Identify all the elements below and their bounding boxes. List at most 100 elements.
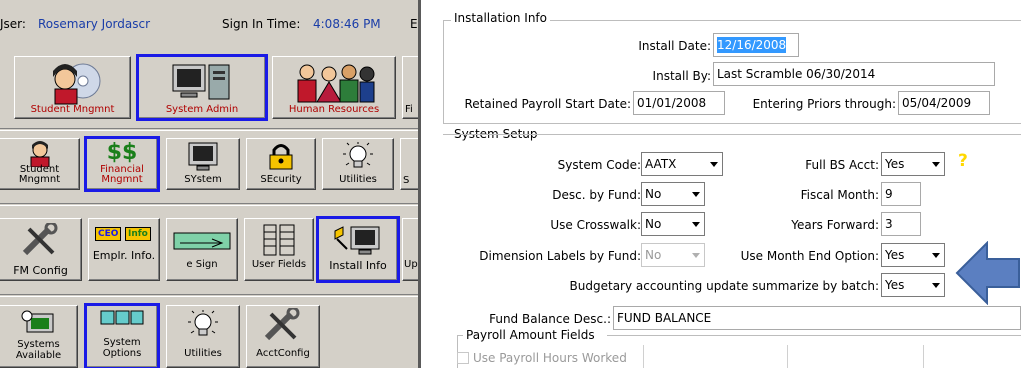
fiscal-month-field[interactable]: 9 — [881, 182, 921, 206]
years-forward-field[interactable]: 3 — [881, 212, 921, 236]
chevron-down-icon — [692, 253, 700, 258]
payroll-fields-title: Payroll Amount Fields — [466, 328, 595, 342]
user-fields-button[interactable]: User Fields — [244, 218, 314, 281]
finance-button-partial[interactable]: Fi — [402, 56, 418, 119]
signin-time: 4:08:46 PM — [313, 17, 381, 31]
tile-label: Human Resources — [288, 104, 380, 115]
computer-admin-icon — [172, 64, 230, 100]
payroll-start-field[interactable]: 01/01/2008 — [633, 91, 725, 115]
chevron-down-icon — [710, 162, 718, 167]
lightbulb-icon — [343, 142, 373, 168]
wrench-screwdriver-icon — [22, 223, 57, 256]
system-setup-line — [443, 134, 1021, 135]
crosswalk-select[interactable]: No — [641, 212, 705, 236]
system-button[interactable]: SYstem — [166, 138, 240, 190]
dimension-labels-select: No — [641, 243, 705, 267]
left-menu-panel: Jser: Rosemary Jordascr Sign In Time: 4:… — [0, 0, 418, 368]
system-code-label: System Code: — [557, 158, 641, 172]
tile-label: SEcurity — [260, 174, 302, 185]
wrench-screwdriver-icon — [264, 308, 300, 341]
monitor-icon — [188, 142, 218, 171]
payroll-start-label: Retained Payroll Start Date: — [464, 97, 632, 111]
tile-label: Student Mngmnt — [18, 164, 61, 185]
install-monitor-icon — [334, 226, 380, 255]
truncated-label: E — [410, 17, 418, 31]
student-cd-icon — [52, 63, 100, 105]
people-icon — [297, 64, 375, 103]
security-button[interactable]: SEcurity — [246, 138, 316, 190]
installation-info-title: Installation Info — [451, 11, 550, 25]
install-by-label: Install By: — [652, 69, 711, 83]
use-hours-checkbox[interactable] — [457, 352, 469, 364]
budgetary-label: Budgetary accounting update summarize by… — [569, 279, 879, 293]
dollar-icon: $$ — [106, 140, 138, 165]
lock-icon — [269, 144, 293, 170]
desc-by-fund-select[interactable]: No — [641, 182, 705, 206]
install-info-button[interactable]: Install Info — [316, 216, 400, 283]
tile-label: Systems Available — [15, 339, 62, 361]
systems-available-button[interactable]: Systems Available — [0, 305, 78, 368]
tile-label: System Options — [102, 337, 142, 359]
divider — [0, 128, 418, 131]
priors-label: Entering Priors through: — [752, 97, 896, 111]
window-icon — [21, 310, 53, 333]
employer-info-button[interactable]: CEO Info Emplr. Info. — [88, 218, 160, 281]
financial-mngmnt-button[interactable]: $$ Financial Mngmnt — [84, 136, 160, 192]
grid-cell — [643, 345, 784, 368]
utilities-button-2[interactable]: Utilities — [166, 305, 240, 368]
student-management-button[interactable]: Student Mngmnt — [14, 56, 131, 119]
tile-label: SYstem — [184, 174, 222, 185]
human-resources-button[interactable]: Human Resources — [272, 56, 396, 119]
use-hours-label: Use Payroll Hours Worked — [473, 351, 627, 365]
crosswalk-label: Use Crosswalk: — [550, 218, 641, 232]
acct-config-button[interactable]: AcctConfig — [246, 305, 320, 368]
ceo-icon: CEO — [95, 227, 122, 241]
system-code-select[interactable]: AATX — [641, 152, 723, 176]
month-end-select[interactable]: Yes — [881, 243, 945, 267]
full-bs-label: Full BS Acct: — [805, 158, 879, 172]
tile-label: Financial Mngmnt — [100, 164, 144, 185]
full-bs-select[interactable]: Yes — [881, 152, 945, 176]
priors-field[interactable]: 05/04/2009 — [898, 91, 990, 115]
lightbulb-icon — [188, 310, 218, 336]
dimension-labels-label: Dimension Labels by Fund: — [479, 249, 641, 263]
tile-label: Utilities — [339, 174, 377, 185]
fm-config-button[interactable]: FM Config — [0, 218, 82, 281]
signin-label: Sign In Time: — [222, 17, 301, 31]
install-date-label: Install Date: — [638, 39, 711, 53]
tile-label: Student Mngmnt — [30, 104, 115, 115]
tile-label: e Sign — [186, 259, 218, 270]
help-question-icon[interactable]: ? — [958, 151, 968, 171]
fiscal-month-label: Fiscal Month: — [800, 188, 879, 202]
divider — [0, 294, 418, 297]
system-options-button[interactable]: System Options — [84, 303, 160, 368]
tile-label: AcctConfig — [256, 348, 310, 359]
grid-cell — [923, 345, 1021, 368]
partial-button[interactable]: S — [400, 138, 418, 190]
e-sign-button[interactable]: e Sign — [166, 218, 238, 281]
grid-cell — [787, 345, 920, 368]
install-by-field[interactable]: Last Scramble 06/30/2014 — [713, 62, 995, 86]
fields-grid-icon — [263, 224, 295, 256]
student-mngmnt-small-button[interactable]: Student Mngmnt — [0, 138, 80, 190]
update-button-partial[interactable]: Up — [402, 218, 418, 281]
chevron-down-icon — [932, 283, 940, 288]
payroll-line-2 — [607, 335, 1021, 336]
user-name: Rosemary Jordascr — [38, 17, 151, 31]
tile-label: Install Info — [329, 259, 387, 272]
system-admin-button[interactable]: System Admin — [136, 54, 268, 121]
desc-by-fund-label: Desc. by Fund: — [552, 188, 641, 202]
budgetary-select[interactable]: Yes — [881, 273, 945, 297]
tile-label: Up — [404, 259, 418, 270]
tile-label: Fi — [405, 104, 413, 115]
years-forward-label: Years Forward: — [791, 218, 879, 232]
utilities-button[interactable]: Utilities — [322, 138, 394, 190]
signature-pad-icon — [173, 232, 231, 250]
chevron-down-icon — [932, 253, 940, 258]
install-date-field[interactable]: 12/16/2008 — [713, 33, 799, 57]
fund-balance-field[interactable]: FUND BALANCE — [613, 306, 1021, 330]
chevron-down-icon — [692, 222, 700, 227]
tile-label: FM Config — [13, 264, 68, 277]
install-info-form: Installation Info Install Date: 12/16/20… — [421, 0, 1021, 368]
session-bar: Jser: Rosemary Jordascr Sign In Time: 4:… — [0, 0, 418, 46]
